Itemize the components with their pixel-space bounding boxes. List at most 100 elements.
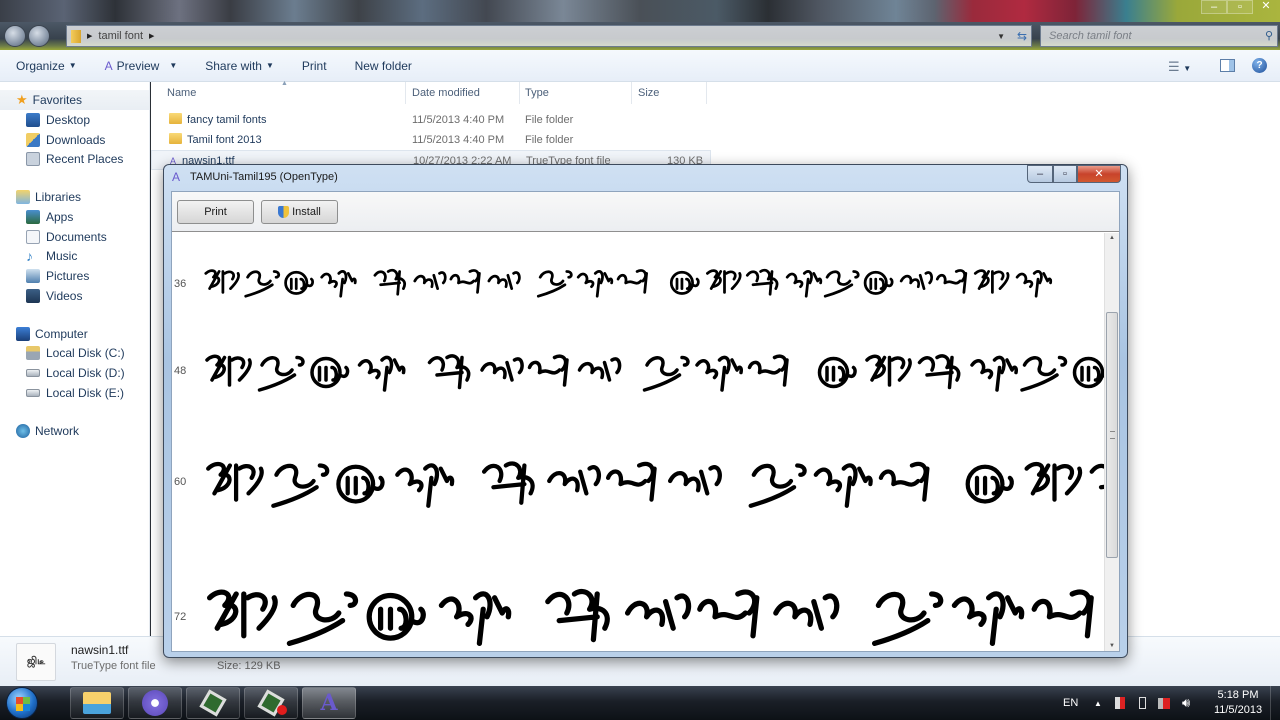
sample-size-label: 36 [174, 278, 187, 290]
organize-button[interactable]: Organize ▼ [16, 59, 77, 73]
explorer-window-controls: – ▫ ✕ [1201, 0, 1279, 14]
sample-glyph [357, 355, 406, 392]
details-filename: nawsin1.ttf [71, 643, 129, 657]
nav-music[interactable]: ♪ Music [0, 246, 149, 266]
font-sample-area: 36 48 60 72 [172, 233, 1104, 651]
scroll-down-arrow[interactable]: ▼ [1109, 643, 1115, 649]
breadcrumb-item[interactable]: tamil font [98, 30, 143, 42]
install-button[interactable]: Install [261, 200, 338, 224]
nav-local-disk-d[interactable]: Local Disk (D:) [0, 363, 149, 383]
action-center-icon[interactable] [1115, 686, 1125, 720]
nav-favorites[interactable]: ★ Favorites [0, 90, 149, 110]
sample-glyph [449, 269, 481, 294]
preview-pane-button[interactable] [1220, 59, 1235, 72]
refresh-icon[interactable]: ⇆ [1017, 29, 1027, 43]
file-row[interactable]: Tamil font 2013 11/5/2013 4:40 PM File f… [151, 130, 711, 150]
forward-button[interactable] [28, 25, 50, 47]
sample-row [205, 354, 1104, 392]
sample-glyph [1031, 589, 1094, 639]
column-header-size[interactable]: Size [638, 82, 659, 104]
show-desktop-button[interactable] [1270, 686, 1280, 720]
taskbar-font-viewer[interactable]: A [302, 687, 356, 719]
address-dropdown-icon[interactable]: ▼ [997, 32, 1005, 41]
nav-documents[interactable]: Documents [0, 227, 149, 247]
print-button[interactable]: Print [177, 200, 254, 224]
chevron-down-icon: ▼ [169, 61, 178, 70]
view-options-button[interactable]: ☰ ▼ [1168, 59, 1191, 75]
search-input[interactable]: Search tamil font ⚲ [1040, 25, 1278, 47]
close-button[interactable]: ✕ [1253, 0, 1279, 14]
file-row[interactable]: fancy tamil fonts 11/5/2013 4:40 PM File… [151, 110, 711, 130]
address-bar[interactable]: ▶ tamil font ▶ ▼ ⇆ [66, 25, 1032, 47]
column-separator[interactable] [519, 82, 520, 104]
nav-videos[interactable]: Videos [0, 286, 149, 306]
sample-glyph [244, 270, 281, 298]
column-header-name[interactable]: Name [167, 82, 196, 104]
minimize-button[interactable]: – [1201, 0, 1227, 14]
sample-glyph [965, 464, 1014, 504]
search-icon[interactable]: ⚲ [1265, 26, 1273, 46]
nav-network[interactable]: Network [0, 421, 149, 441]
nav-apps[interactable]: Apps [0, 207, 149, 227]
sample-glyph [206, 589, 278, 639]
install-label: Install [292, 206, 321, 218]
nav-recent-places[interactable]: Recent Places [0, 149, 149, 169]
uac-shield-icon [278, 206, 290, 218]
nav-libraries[interactable]: Libraries [0, 187, 149, 207]
nav-label: Computer [35, 326, 88, 341]
nav-label: Recent Places [46, 152, 124, 167]
file-date: 11/5/2013 4:40 PM [412, 134, 505, 146]
minimize-button[interactable]: – [1027, 165, 1053, 183]
taskbar-bittorrent[interactable] [128, 687, 182, 719]
column-separator[interactable] [631, 82, 632, 104]
nav-label: Desktop [46, 112, 91, 127]
taskbar-app-green[interactable] [186, 687, 240, 719]
chevron-down-icon: ▼ [68, 61, 77, 70]
sample-glyph [577, 357, 622, 382]
sample-glyph [773, 593, 840, 631]
nav-pictures[interactable]: Pictures [0, 266, 149, 286]
apps-icon [26, 209, 40, 224]
scrollbar-thumb[interactable] [1106, 311, 1118, 558]
sample-size-label: 72 [174, 611, 187, 623]
file-name: Tamil font 2013 [187, 134, 262, 146]
sample-glyph [480, 357, 524, 382]
volume-icon[interactable]: 🔊︎ [1182, 686, 1190, 720]
nav-desktop[interactable]: Desktop [0, 110, 149, 130]
scroll-up-arrow[interactable]: ▲ [1109, 235, 1115, 241]
nav-local-disk-e[interactable]: Local Disk (E:) [0, 383, 149, 403]
column-separator[interactable] [405, 82, 406, 104]
battery-icon[interactable] [1139, 686, 1146, 720]
nav-local-disk-c[interactable]: Local Disk (C:) [0, 344, 149, 364]
taskbar-app-recording[interactable] [244, 687, 298, 719]
start-button[interactable] [6, 687, 38, 719]
share-with-button[interactable]: Share with ▼ [205, 59, 274, 73]
maximize-button[interactable]: ▫ [1227, 0, 1253, 14]
documents-icon [26, 229, 40, 244]
sample-glyph [667, 465, 722, 496]
nav-computer[interactable]: Computer [0, 324, 149, 344]
window-controls: – ▫ ✕ [1027, 165, 1121, 183]
clock-date: 11/5/2013 [1213, 704, 1263, 716]
sort-indicator-icon: ▲ [281, 80, 288, 87]
taskbar-windows-explorer[interactable] [70, 687, 124, 719]
new-folder-button[interactable]: New folder [355, 59, 412, 73]
close-button[interactable]: ✕ [1077, 165, 1121, 183]
address-row: ▶ tamil font ▶ ▼ ⇆ Search tamil font ⚲ [0, 22, 1280, 50]
help-icon[interactable]: ? [1252, 58, 1267, 73]
nav-label: Videos [46, 288, 83, 303]
maximize-button[interactable]: ▫ [1053, 165, 1077, 183]
breadcrumb-arrow-icon: ▶ [87, 33, 93, 40]
column-header-type[interactable]: Type [525, 82, 549, 104]
clock[interactable]: 5:18 PM 11/5/2013 [1208, 688, 1268, 718]
language-indicator[interactable]: EN [1063, 686, 1078, 720]
back-button[interactable] [4, 25, 26, 47]
show-hidden-icons-button[interactable]: ▲ [1094, 686, 1102, 720]
network-status-icon[interactable] [1158, 686, 1170, 720]
column-header-date[interactable]: Date modified [412, 82, 480, 104]
nav-downloads[interactable]: Downloads [0, 130, 149, 150]
vertical-scrollbar[interactable]: ▲ ▼ [1104, 233, 1119, 651]
column-separator[interactable] [706, 82, 707, 104]
print-button[interactable]: Print [302, 59, 327, 73]
preview-button[interactable]: A Preview ▼ [105, 59, 178, 73]
